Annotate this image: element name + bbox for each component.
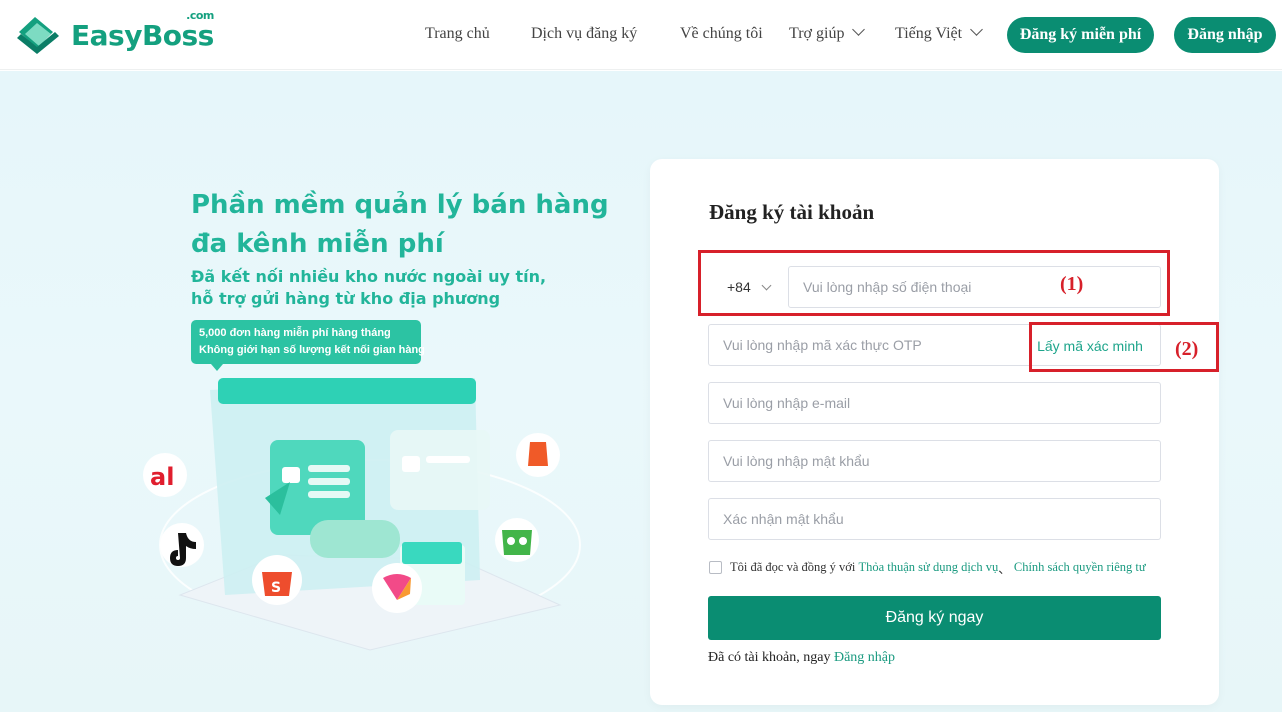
nav-about[interactable]: Về chúng tôi <box>680 25 763 43</box>
svg-text:S: S <box>271 580 281 596</box>
logo-mark-icon <box>15 14 63 56</box>
confirm-password-input[interactable] <box>708 498 1161 540</box>
nav-services[interactable]: Dịch vụ đăng ký <box>531 25 637 43</box>
agree-checkbox[interactable] <box>709 561 722 574</box>
hero-subtitle-line1: Đã kết nối nhiều kho nước ngoài uy tín, <box>191 267 547 286</box>
email-input[interactable] <box>708 382 1161 424</box>
hero-title-line1: Phần mềm quản lý bán hàng <box>191 190 609 220</box>
nav-language-label: Tiếng Việt <box>895 25 963 42</box>
login-link[interactable]: Đăng nhập <box>834 650 895 665</box>
logo-text: EasyBoss .com <box>71 8 214 52</box>
nav-home[interactable]: Trang chủ <box>425 25 490 43</box>
form-title: Đăng ký tài khoản <box>709 200 875 224</box>
have-account-text: Đã có tài khoản, ngay <box>708 650 831 665</box>
chevron-down-icon <box>852 23 866 36</box>
chevron-down-icon <box>970 23 983 36</box>
register-free-button[interactable]: Đăng ký miễn phí <box>1007 17 1154 53</box>
nav-help[interactable]: Trợ giúp <box>789 23 866 43</box>
logo-com: .com <box>186 8 214 22</box>
hero-title-line2: đa kênh miễn phí <box>191 229 444 259</box>
annotation-label-1: (1) <box>1060 273 1084 295</box>
hero-illustration: al S <box>143 378 581 651</box>
nav-help-label: Trợ giúp <box>789 25 845 42</box>
hero-subtitle: Đã kết nối nhiều kho nước ngoài uy tín, … <box>191 266 546 310</box>
annotation-label-2: (2) <box>1175 338 1199 360</box>
register-now-button[interactable]: Đăng ký ngay <box>708 596 1161 640</box>
hero-title: Phần mềm quản lý bán hàng đa kênh miễn p… <box>191 186 609 264</box>
promo-badge: 5,000 đơn hàng miễn phí hàng tháng Không… <box>191 320 425 371</box>
top-header: EasyBoss .com Trang chủ Dịch vụ đăng ký V… <box>0 0 1282 70</box>
promo-badge-line2: Không giới hạn số lượng kết nối gian hàn… <box>199 344 425 356</box>
agree-text: Tôi đã đọc và đồng ý với <box>730 560 856 574</box>
easyboss-logo[interactable]: EasyBoss .com <box>15 8 214 56</box>
have-account-row: Đã có tài khoản, ngay Đăng nhập <box>708 650 895 666</box>
terms-link[interactable]: Thỏa thuận sử dụng dịch vụ <box>858 560 998 575</box>
svg-text:al: al <box>150 463 174 491</box>
nav-language[interactable]: Tiếng Việt <box>895 23 983 43</box>
password-input[interactable] <box>708 440 1161 482</box>
privacy-link[interactable]: Chính sách quyền riêng tư <box>1014 560 1146 575</box>
hero-subtitle-line2: hỗ trợ gửi hàng từ kho địa phương <box>191 289 501 308</box>
agreement-row: Tôi đã đọc và đồng ý với Thỏa thuận sử d… <box>709 558 1146 577</box>
promo-badge-line1: 5,000 đơn hàng miễn phí hàng tháng <box>199 327 391 339</box>
agree-separator: 、 <box>998 562 1011 576</box>
annotation-box-1 <box>698 250 1170 316</box>
login-button[interactable]: Đăng nhập <box>1174 17 1276 53</box>
